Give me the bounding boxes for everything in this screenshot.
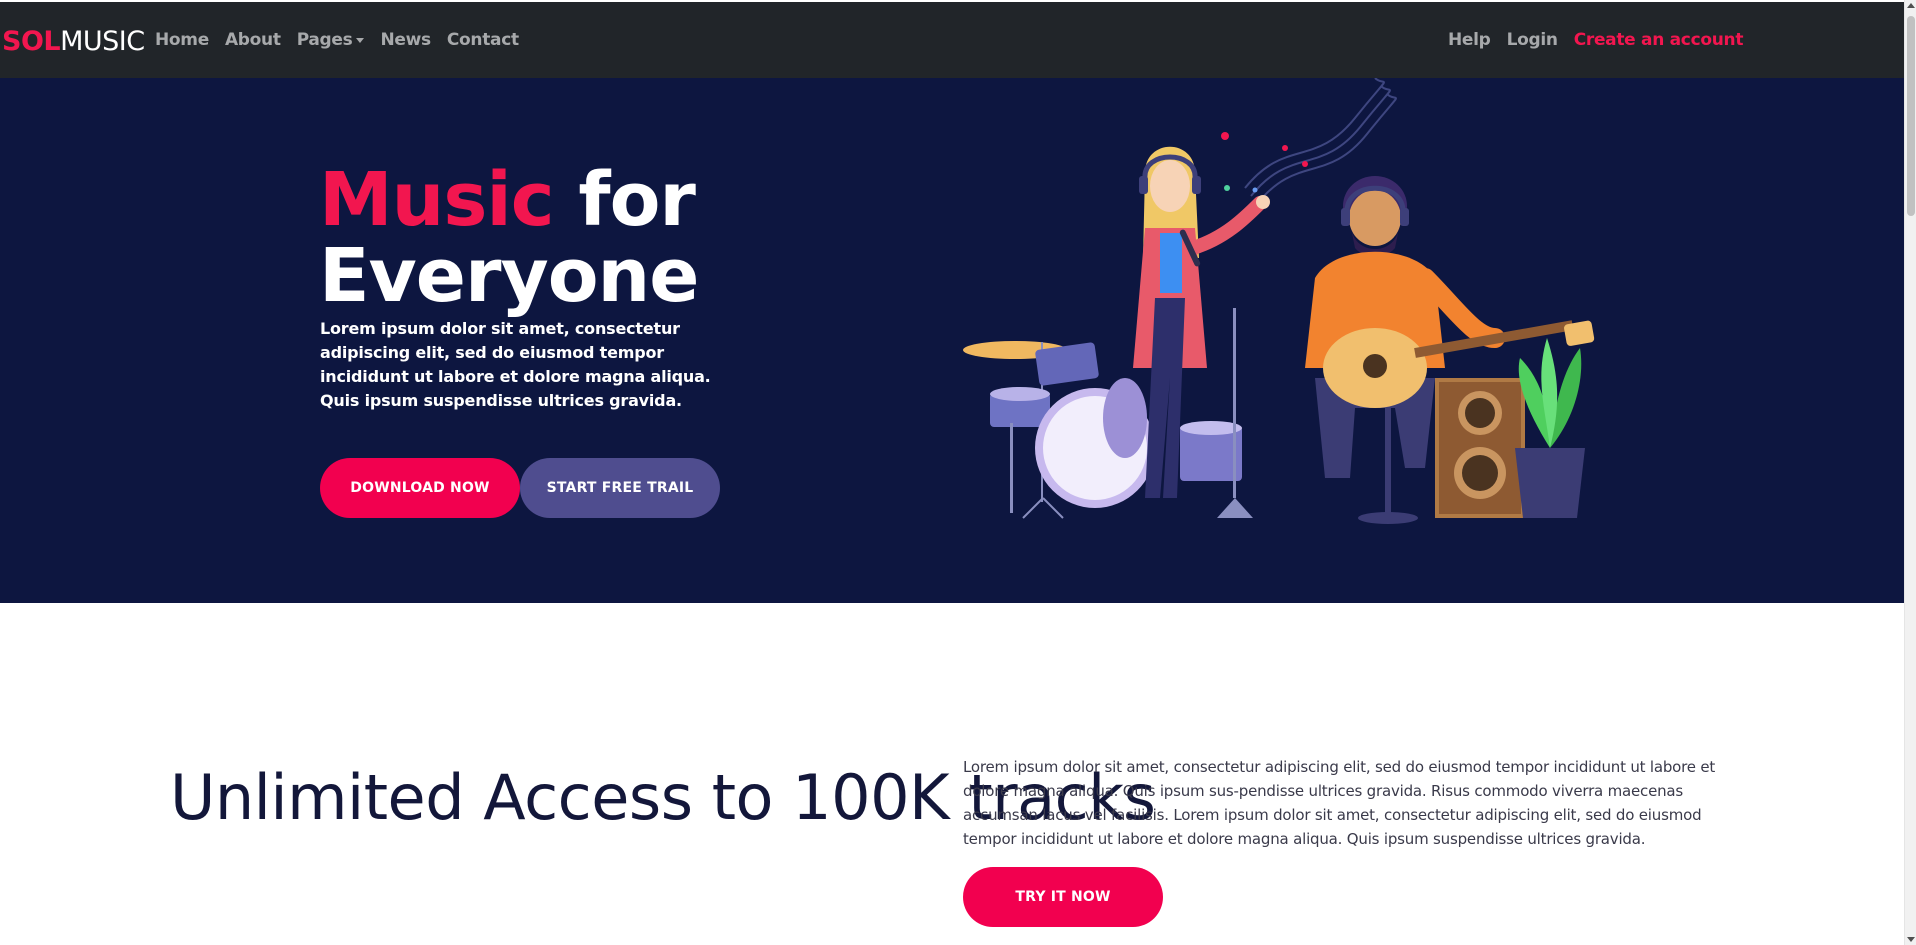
site-logo[interactable]: SOLMUSIC <box>2 26 145 57</box>
music-band-illustration <box>963 78 1595 524</box>
nav-news[interactable]: News <box>380 30 431 50</box>
hero-title-part-2: Everyone <box>319 233 699 319</box>
hero-section: Music for Everyone Lorem ipsum dolor sit… <box>0 78 1904 603</box>
try-it-now-button[interactable]: TRY IT NOW <box>963 867 1163 927</box>
nav-pages-label: Pages <box>296 30 353 50</box>
account-nav: Help Login Create an account <box>1448 30 1743 50</box>
main-nav: Home About Pages News Contact <box>155 30 519 50</box>
hero-description: Lorem ipsum dolor sit amet, consectetur … <box>320 319 711 410</box>
scroll-down-icon[interactable] <box>1907 937 1915 942</box>
scrollbar-thumb[interactable] <box>1907 16 1915 216</box>
create-account-link[interactable]: Create an account <box>1574 30 1744 50</box>
navbar: SOLMUSIC Home About Pages News Contact H… <box>0 0 1904 78</box>
logo-sol: SOL <box>2 26 61 57</box>
nav-login[interactable]: Login <box>1507 30 1558 50</box>
section-description: Lorem ipsum dolor sit amet, consectetur … <box>963 758 1716 848</box>
scroll-up-icon[interactable] <box>1907 3 1915 8</box>
hero-title-accent: Music <box>319 157 555 243</box>
nav-help[interactable]: Help <box>1448 30 1491 50</box>
start-free-trial-button[interactable]: START FREE TRAIL <box>520 458 720 518</box>
hero-title-part-1: for <box>553 157 696 243</box>
hero-title: Music for Everyone <box>319 162 699 314</box>
chevron-down-icon <box>356 37 365 43</box>
nav-contact[interactable]: Contact <box>447 30 519 50</box>
page-scrollbar[interactable] <box>1904 0 1916 945</box>
nav-about[interactable]: About <box>225 30 281 50</box>
nav-home[interactable]: Home <box>155 30 209 50</box>
logo-music: MUSIC <box>60 26 145 57</box>
download-now-button[interactable]: DOWNLOAD NOW <box>320 458 520 518</box>
nav-pages-dropdown[interactable]: Pages <box>297 30 365 50</box>
